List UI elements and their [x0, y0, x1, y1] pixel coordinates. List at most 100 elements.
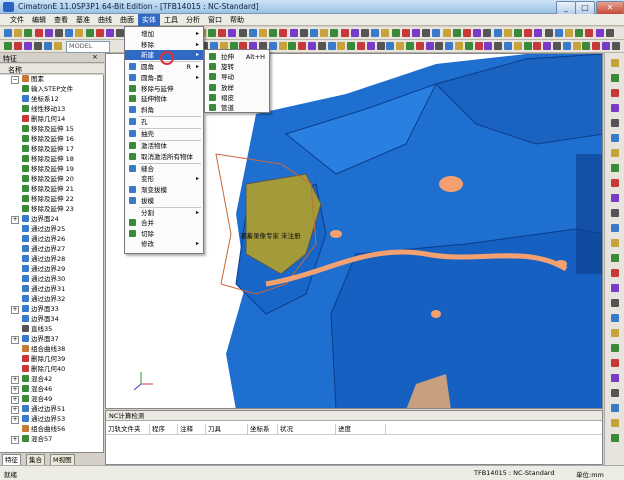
tree-item[interactable]: + 边界面24 — [0, 215, 103, 224]
toolbar-icon[interactable] — [473, 29, 482, 37]
right-toolbar-icon[interactable] — [611, 434, 619, 442]
tree-item[interactable]: 通过边界29 — [0, 265, 103, 273]
right-toolbar-icon[interactable] — [611, 149, 619, 157]
tree-item[interactable]: 线性移动13 — [0, 105, 103, 113]
toolbar-icon[interactable] — [533, 42, 542, 50]
toolbar-icon[interactable] — [432, 29, 441, 37]
right-toolbar-icon[interactable] — [611, 404, 619, 412]
toolbar-icon[interactable] — [595, 29, 604, 37]
expand-icon[interactable]: + — [11, 406, 19, 414]
tree-item[interactable]: − 图素 — [0, 75, 103, 84]
toolbar-icon[interactable] — [14, 29, 23, 37]
toolbar-icon[interactable] — [463, 29, 471, 37]
menu-item-14[interactable]: 渐变拔模 — [125, 185, 203, 195]
toolbar-icon[interactable] — [602, 42, 610, 50]
submenu-item-1[interactable]: 旋转 — [205, 62, 269, 72]
toolbar-icon[interactable] — [415, 42, 424, 50]
toolbar-icon[interactable] — [544, 29, 553, 37]
nc-col-ucs[interactable]: 坐标系 — [248, 424, 278, 434]
toolbar-icon[interactable] — [554, 29, 563, 37]
toolbar-icon[interactable] — [412, 29, 420, 37]
toolbar-icon[interactable] — [474, 42, 483, 50]
menu-item-13[interactable]: 变形 ▸ — [125, 174, 203, 184]
toolbar-icon[interactable] — [24, 29, 33, 37]
toolbar-icon[interactable] — [445, 42, 454, 50]
menu-curve[interactable]: 曲线 — [94, 14, 116, 26]
model-combo[interactable]: MODEL — [66, 41, 110, 53]
feature-tree[interactable]: − 图素 输入STEP文件 坐标系12 线性移动13 删除几何14 移除及延伸 15 移除及延… — [0, 75, 104, 452]
toolbar-icon[interactable] — [452, 29, 461, 37]
right-toolbar-icon[interactable] — [611, 419, 619, 427]
menu-item-9[interactable]: 抽壳 — [125, 129, 203, 139]
expand-icon[interactable]: + — [11, 386, 19, 394]
right-toolbar-icon[interactable] — [611, 314, 619, 322]
menu-file[interactable]: 文件 — [6, 14, 28, 26]
close-button[interactable]: ✕ — [596, 1, 624, 15]
menu-item-18[interactable]: 切除 — [125, 229, 203, 239]
tree-item[interactable]: 移除及延伸 18 — [0, 155, 103, 163]
submenu-item-2[interactable]: 导动 — [205, 72, 269, 82]
right-toolbar-icon[interactable] — [611, 254, 619, 262]
tree-item[interactable]: 移除及延伸 20 — [0, 175, 103, 183]
toolbar-icon[interactable] — [208, 29, 216, 37]
menu-view[interactable]: 查看 — [50, 14, 72, 26]
right-toolbar-icon[interactable] — [611, 299, 619, 307]
toolbar-icon[interactable] — [565, 29, 573, 37]
tree-item[interactable]: + 混合57 — [0, 435, 103, 444]
toolbar-icon[interactable] — [543, 42, 552, 50]
menu-tools[interactable]: 工具 — [160, 14, 182, 26]
tree-item[interactable]: 直线35 — [0, 325, 103, 333]
toolbar-icon[interactable] — [14, 42, 22, 50]
expand-icon[interactable]: − — [11, 76, 19, 84]
toolbar-icon[interactable] — [504, 42, 512, 50]
toolbar-icon[interactable] — [259, 29, 267, 37]
submenu-item-5[interactable]: 管道 — [205, 103, 269, 113]
toolbar-icon[interactable] — [582, 42, 591, 50]
toolbar-icon[interactable] — [350, 29, 359, 37]
menu-item-7[interactable]: 斜角 — [125, 105, 203, 115]
minimize-button[interactable]: _ — [556, 1, 576, 15]
toolbar-icon[interactable] — [391, 29, 400, 37]
toolbar-icon[interactable] — [494, 42, 503, 50]
tree-item[interactable]: 通过边界32 — [0, 295, 103, 303]
toolbar-icon[interactable] — [483, 29, 492, 37]
expand-icon[interactable]: + — [11, 306, 19, 314]
toolbar-icon[interactable] — [75, 29, 84, 37]
expand-icon[interactable]: + — [11, 216, 19, 224]
tree-item[interactable]: 通过边界25 — [0, 225, 103, 233]
expand-icon[interactable]: + — [11, 416, 19, 424]
toolbar-icon[interactable] — [386, 42, 395, 50]
menu-solid[interactable]: 实体 — [138, 14, 160, 26]
tree-item[interactable]: 通过边界30 — [0, 275, 103, 283]
tree-item[interactable]: 移除及延伸 17 — [0, 145, 103, 153]
tree-item[interactable]: 通过边界27 — [0, 245, 103, 253]
close-icon[interactable]: × — [92, 53, 98, 61]
right-toolbar-icon[interactable] — [611, 164, 619, 172]
tree-item[interactable]: 移除及延伸 21 — [0, 185, 103, 193]
toolbar-icon[interactable] — [279, 29, 288, 37]
menu-edit[interactable]: 编辑 — [28, 14, 50, 26]
toolbar-icon[interactable] — [406, 42, 414, 50]
nc-col-program[interactable]: 程序 — [150, 424, 178, 434]
tree-item[interactable]: + 混合49 — [0, 395, 103, 404]
toolbar-icon[interactable] — [611, 42, 620, 50]
menu-datum[interactable]: 基准 — [72, 14, 94, 26]
submenu-item-3[interactable]: 放样 — [205, 83, 269, 93]
submenu-item-0[interactable]: 拉伸 Alt+H — [205, 52, 269, 62]
toolbar-icon[interactable] — [116, 29, 125, 37]
toolbar-icon[interactable] — [381, 29, 390, 37]
toolbar-icon[interactable] — [553, 42, 561, 50]
toolbar-icon[interactable] — [562, 42, 571, 50]
tree-item[interactable]: + 边界面37 — [0, 335, 103, 344]
menu-item-11[interactable]: 取消激活所有物体 — [125, 152, 203, 162]
right-toolbar-icon[interactable] — [611, 374, 619, 382]
tree-item[interactable]: + 混合46 — [0, 385, 103, 394]
nc-col-comment[interactable]: 注释 — [178, 424, 206, 434]
toolbar-icon[interactable] — [317, 42, 326, 50]
toolbar-icon[interactable] — [4, 42, 12, 50]
right-toolbar-icon[interactable] — [611, 209, 619, 217]
toolbar-icon[interactable] — [278, 42, 287, 50]
toolbar-icon[interactable] — [422, 29, 431, 37]
toolbar-icon[interactable] — [534, 29, 543, 37]
toolbar-icon[interactable] — [513, 42, 522, 50]
